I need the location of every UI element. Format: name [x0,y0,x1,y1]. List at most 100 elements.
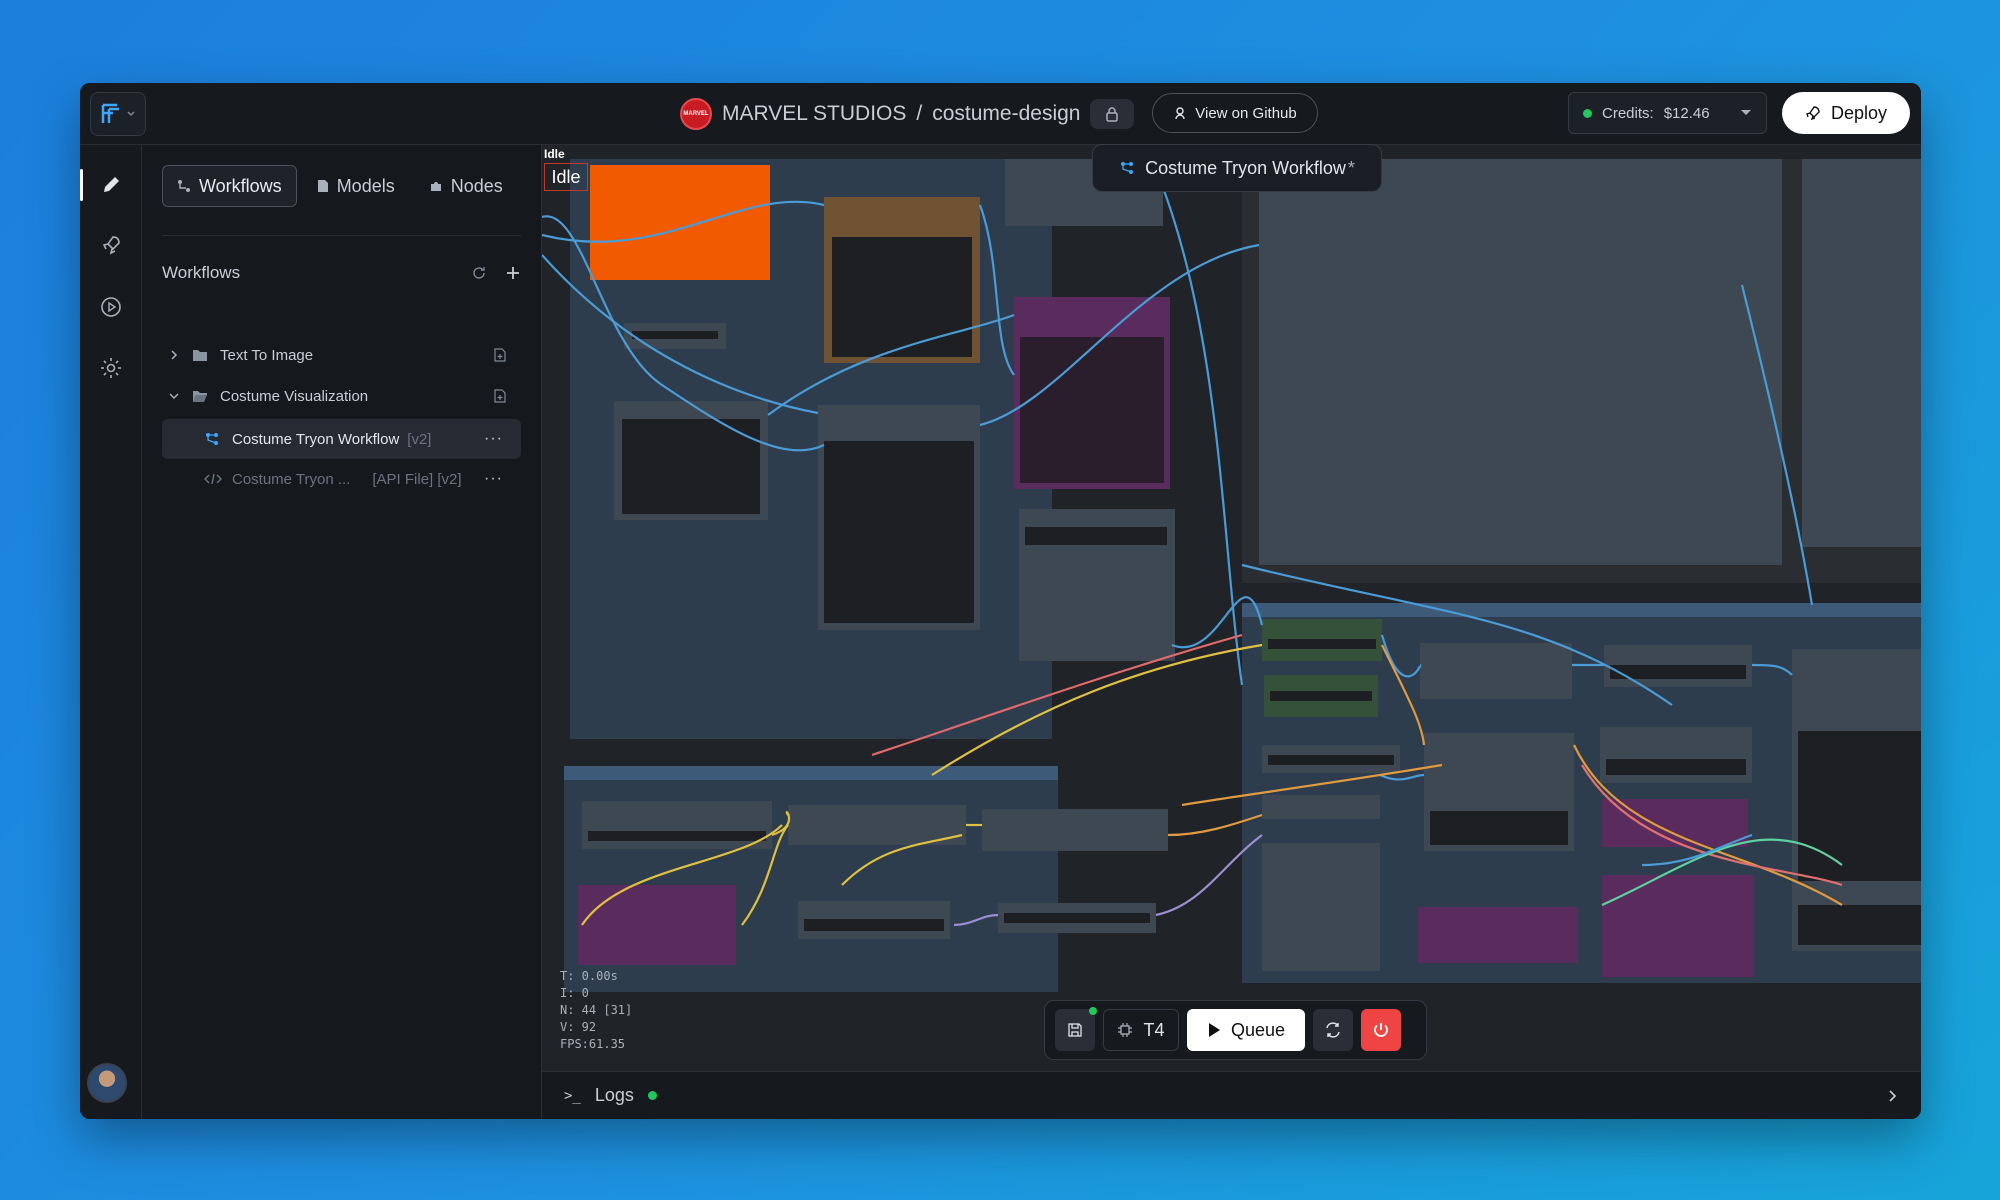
queue-label: Queue [1230,1019,1286,1040]
chevron-down-icon [127,111,135,117]
logs-label[interactable]: Logs [595,1085,634,1106]
tab-models-label: Models [336,175,395,196]
lock-button[interactable] [1090,99,1134,129]
tree-folder-text-to-image[interactable]: Text To Image [162,337,521,373]
new-file-icon[interactable] [493,348,507,362]
credits-dropdown[interactable]: Credits: $12.46 [1568,92,1767,134]
workflow-icon [206,433,218,445]
grey-node [582,801,772,849]
queue-button[interactable]: Queue [1187,1009,1305,1051]
new-file-icon[interactable] [493,389,507,403]
logs-status-dot [647,1091,657,1100]
node-graph[interactable] [542,145,1921,1071]
tree-label: Text To Image [220,346,314,364]
app-menu-button[interactable] [90,92,146,136]
tab-models[interactable]: Models [303,165,409,207]
rail-editor[interactable] [80,163,142,207]
credits-value: $12.46 [1663,104,1710,122]
credits-status-dot [1583,108,1592,118]
breadcrumb-separator: / [916,102,923,125]
play-circle-icon [101,297,121,317]
image-preview-node [1259,159,1782,565]
stop-button[interactable] [1361,1009,1401,1051]
tree-label: Costume Visualization [220,387,369,405]
pencil-icon [104,177,119,192]
divider [162,235,521,236]
deploy-button[interactable]: Deploy [1782,92,1910,134]
chevron-right-icon[interactable] [1885,1089,1899,1103]
rail-deployments[interactable] [80,223,142,267]
purple-node [578,885,736,965]
run-toolbar: T4 Queue [1044,1000,1427,1060]
tab-nodes[interactable]: Nodes [415,165,517,207]
stat-time: T: 0.00s [560,969,618,983]
unsaved-marker: * [1347,157,1355,178]
refresh-icon[interactable] [471,265,487,281]
grey-node [982,809,1168,851]
tree-item-costume-tryon-api[interactable]: Costume Tryon ... [API File] [v2] ··· [162,461,521,497]
version-tag: [v2] [407,430,432,448]
top-bar: MARVEL MARVEL STUDIOS / costume-design V… [80,83,1921,145]
project-name[interactable]: costume-design [932,102,1080,126]
rocket-icon [1806,106,1820,121]
active-workflow-name: Costume Tryon Workflow [1145,157,1346,178]
gear-icon [101,358,121,378]
rail-settings[interactable] [80,346,142,390]
code-icon [204,473,222,485]
refresh-icon [1326,1022,1340,1038]
file-icon [317,180,328,192]
folder-icon [193,350,207,361]
canvas-stats: T: 0.00s I: 0 N: 44 [31] V: 92 FPS:61.35 [560,968,632,1053]
save-button[interactable] [1055,1007,1097,1051]
purple-node [1418,907,1578,963]
tab-workflows[interactable]: Workflows [162,165,297,207]
grey-node [1262,843,1380,971]
deploy-label: Deploy [1830,102,1888,123]
app-window: MARVEL MARVEL STUDIOS / costume-design V… [80,83,1921,1119]
tree-item-costume-tryon-workflow[interactable]: Costume Tryon Workflow [v2] ··· [162,419,521,459]
group-header [1242,603,1921,617]
small-node [1262,795,1380,819]
view-on-github-button[interactable]: View on Github [1152,93,1318,133]
workflow-canvas[interactable]: Idle Idle T: 0.00s I: 0 N: 44 [31] V: 92… [542,145,1921,1071]
workflows-sidebar: Workflows Models Nodes Workflows Text To… [142,145,542,1119]
power-icon [1374,1023,1388,1037]
stat-fps: FPS:61.35 [560,1037,626,1051]
logs-bar[interactable]: >_ Logs [542,1071,1921,1119]
rocket-icon [102,236,120,255]
tab-nodes-label: Nodes [450,175,503,196]
save-status-dot [1089,1007,1097,1015]
project-breadcrumb: MARVEL MARVEL STUDIOS / costume-design [680,95,1080,133]
stat-nodes: N: 44 [31] [560,1003,633,1017]
orange-node [590,165,770,280]
tree-label: Costume Tryon ... [232,470,351,488]
terminal-icon: >_ [564,1087,581,1104]
lock-icon [1106,107,1118,122]
tree-label: Costume Tryon Workflow [232,430,400,448]
nav-rail [80,145,142,1119]
credits-label: Credits: [1602,104,1654,122]
puzzle-icon [430,182,441,191]
rail-runs[interactable] [80,285,142,329]
user-avatar[interactable] [87,1063,127,1103]
workflows-section-header: Workflows [162,263,521,283]
purple-node [1602,875,1754,977]
more-icon[interactable]: ··· [484,470,503,488]
tab-workflows-label: Workflows [199,175,282,196]
plus-icon[interactable] [505,265,521,281]
caret-down-icon [1741,110,1751,115]
chevron-down-icon [169,393,179,400]
stat-i: I: 0 [560,986,589,1000]
image-preview-node [1802,159,1921,547]
grey-node [1420,643,1572,699]
org-name[interactable]: MARVEL STUDIOS [722,102,906,126]
tree-folder-costume-visualization[interactable]: Costume Visualization [162,378,521,414]
section-title: Workflows [162,263,241,282]
github-label: View on Github [1195,104,1297,122]
gpu-selector[interactable]: T4 [1103,1009,1179,1051]
refresh-button[interactable] [1313,1009,1353,1051]
play-icon [1208,1023,1220,1037]
active-workflow-tab[interactable]: Costume Tryon Workflow * [1092,144,1382,192]
cpu-icon [1118,1023,1133,1037]
more-icon[interactable]: ··· [484,430,503,448]
